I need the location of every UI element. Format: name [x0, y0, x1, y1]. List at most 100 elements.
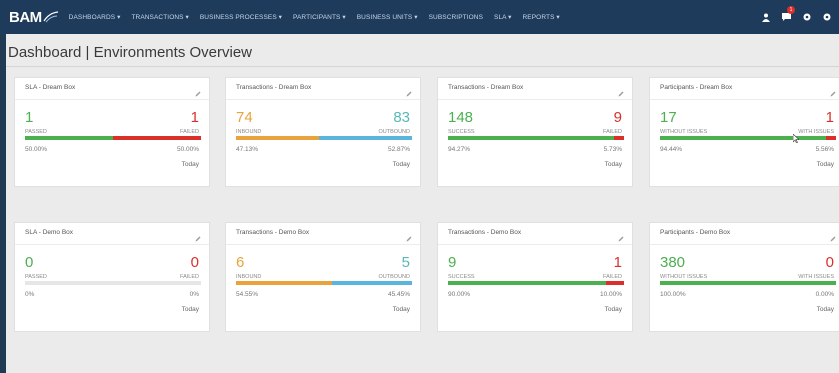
card-right-label: FAILED — [603, 274, 622, 280]
edit-icon[interactable] — [830, 229, 836, 247]
logo-text: BAM — [9, 8, 42, 26]
card-left-value: 6 — [236, 254, 245, 271]
nav-reports[interactable]: REPORTS ▾ — [523, 13, 560, 21]
card-title: SLA - Dream Box — [25, 84, 76, 91]
card-left-percent: 90.00% — [448, 291, 471, 298]
card-left-value: 17 — [660, 109, 677, 126]
card-footer-period: Today — [604, 161, 622, 168]
card-footer-period: Today — [392, 306, 410, 313]
card-left-label: PASSED — [25, 274, 47, 280]
card-footer-period: Today — [181, 306, 199, 313]
card-footer-period: Today — [604, 306, 622, 313]
edit-icon[interactable] — [406, 84, 412, 102]
card-right-value: 0 — [190, 254, 199, 271]
card-right-value: 1 — [613, 254, 622, 271]
card-ratio-bar — [448, 281, 624, 285]
card-left-percent: 50.00% — [25, 146, 48, 153]
bar-right-segment — [332, 281, 412, 285]
settings-icon[interactable] — [803, 13, 811, 21]
card-right-percent: 5.73% — [603, 146, 622, 153]
bar-right-segment — [113, 136, 201, 140]
card-right-label: OUTBOUND — [378, 129, 410, 135]
bar-left-segment — [236, 136, 319, 140]
card-left-percent: 54.55% — [236, 291, 259, 298]
card-right-percent: 5.56% — [815, 146, 834, 153]
nav-business-units[interactable]: BUSINESS UNITS ▾ — [357, 13, 418, 21]
card-title: Transactions - Dream Box — [448, 84, 524, 91]
bar-right-segment — [606, 281, 624, 285]
mouse-cursor-icon — [792, 130, 800, 148]
card-right-value: 83 — [393, 109, 410, 126]
card-header: SLA - Dream Box — [15, 78, 209, 100]
notification-badge: 1 — [787, 6, 795, 14]
nav-transactions[interactable]: TRANSACTIONS ▾ — [131, 13, 188, 21]
edit-icon[interactable] — [195, 84, 201, 102]
navbar-right-icons: 1 — [750, 0, 831, 34]
card-ratio-bar — [660, 136, 836, 140]
left-frame-border — [0, 0, 6, 373]
edit-icon[interactable] — [618, 229, 624, 247]
card-right-label: WITH ISSUES — [798, 129, 834, 135]
card-ratio-bar — [25, 281, 201, 285]
title-divider — [6, 66, 839, 67]
card-right-value: 5 — [401, 254, 410, 271]
card-right-value: 1 — [190, 109, 199, 126]
card-left-percent: 0% — [25, 291, 35, 298]
edit-icon[interactable] — [195, 229, 201, 247]
card-left-value: 0 — [25, 254, 34, 271]
card-title: Transactions - Demo Box — [448, 229, 522, 236]
card-ratio-bar — [236, 281, 412, 285]
card-right-label: FAILED — [180, 129, 199, 135]
card-left-label: SUCCESS — [448, 129, 475, 135]
card-footer-period: Today — [816, 161, 834, 168]
nav-participants[interactable]: PARTICIPANTS ▾ — [293, 13, 346, 21]
card-left-label: WITHOUT ISSUES — [660, 274, 708, 280]
card-title: Participants - Demo Box — [660, 229, 731, 236]
nav-business-processes[interactable]: BUSINESS PROCESSES ▾ — [200, 13, 282, 21]
nav-subscriptions[interactable]: SUBSCRIPTIONS — [429, 14, 483, 21]
edit-icon[interactable] — [406, 229, 412, 247]
card-left-value: 148 — [448, 109, 474, 126]
card-ratio-bar — [25, 136, 201, 140]
card-right-label: FAILED — [603, 129, 622, 135]
nav-sla[interactable]: SLA ▾ — [494, 13, 512, 21]
card-header: Transactions - Demo Box — [226, 223, 420, 245]
gear-icon[interactable] — [823, 13, 831, 21]
chat-icon[interactable]: 1 — [782, 6, 795, 21]
bar-right-segment — [826, 136, 836, 140]
card-left-percent: 94.27% — [448, 146, 471, 153]
dashboard-card: Participants - Dream Box 17 1 WITHOUT IS… — [649, 77, 839, 187]
card-right-label: WITH ISSUES — [798, 274, 834, 280]
edit-icon[interactable] — [830, 84, 836, 102]
card-right-percent: 0.00% — [815, 291, 834, 298]
top-navbar: BAM DASHBOARDS ▾ TRANSACTIONS ▾ BUSINESS… — [0, 0, 839, 34]
card-left-value: 74 — [236, 109, 253, 126]
edit-icon[interactable] — [618, 84, 624, 102]
bar-left-segment — [448, 281, 606, 285]
logo-swoosh-icon — [43, 11, 58, 23]
card-header: Participants - Dream Box — [650, 78, 839, 100]
card-right-percent: 52.87% — [387, 146, 410, 153]
user-icon[interactable] — [762, 13, 770, 22]
dashboard-card: Transactions - Dream Box 74 83 INBOUND O… — [225, 77, 421, 187]
bar-right-segment — [319, 136, 412, 140]
card-left-percent: 94.44% — [660, 146, 683, 153]
bam-logo[interactable]: BAM — [9, 0, 59, 34]
dashboard-card: Transactions - Demo Box 6 5 INBOUND OUTB… — [225, 222, 421, 332]
card-left-value: 9 — [448, 254, 457, 271]
card-header: SLA - Demo Box — [15, 223, 209, 245]
card-title: Transactions - Demo Box — [236, 229, 310, 236]
card-footer-period: Today — [181, 161, 199, 168]
dashboard-card: Transactions - Demo Box 9 1 SUCCESS FAIL… — [437, 222, 633, 332]
card-right-value: 0 — [825, 254, 834, 271]
card-left-value: 1 — [25, 109, 34, 126]
nav-dashboards[interactable]: DASHBOARDS ▾ — [69, 13, 121, 21]
card-right-percent: 45.45% — [387, 291, 410, 298]
card-right-value: 9 — [613, 109, 622, 126]
bar-left-segment — [660, 281, 836, 285]
card-right-label: FAILED — [180, 274, 199, 280]
card-header: Participants - Demo Box — [650, 223, 839, 245]
card-ratio-bar — [660, 281, 836, 285]
card-left-label: WITHOUT ISSUES — [660, 129, 708, 135]
bar-right-segment — [614, 136, 624, 140]
